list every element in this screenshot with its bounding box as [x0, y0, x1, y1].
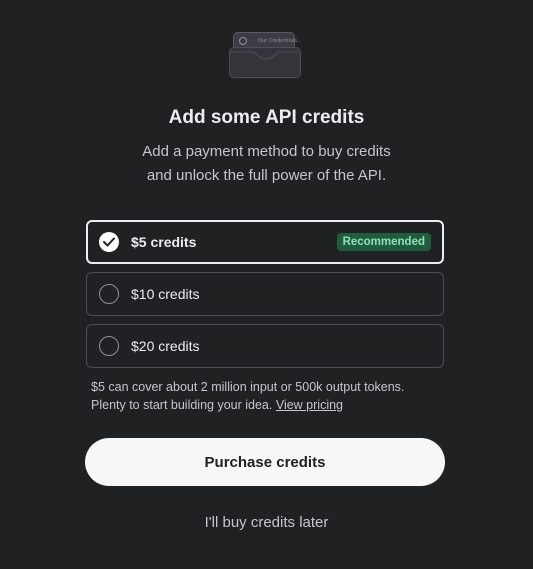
- credits-note: $5 can cover about 2 million input or 50…: [91, 378, 451, 414]
- option-label: $10 credits: [131, 286, 200, 302]
- note-line-2: Plenty to start building your idea. View…: [91, 396, 451, 414]
- recommended-badge: Recommended: [336, 233, 431, 251]
- option-20-credits[interactable]: $20 credits: [86, 324, 444, 368]
- check-icon: [103, 237, 115, 247]
- option-label: $20 credits: [131, 338, 200, 354]
- buy-later-link[interactable]: I'll buy credits later: [0, 512, 533, 534]
- purchase-credits-button[interactable]: Purchase credits: [85, 438, 445, 486]
- radio-unchecked[interactable]: [99, 284, 119, 304]
- add-credits-dialog: Our Credentials... Add some API credits …: [0, 0, 533, 569]
- option-10-credits[interactable]: $10 credits: [86, 272, 444, 316]
- card-logo-icon: [239, 37, 247, 45]
- option-label: $5 credits: [131, 234, 197, 250]
- wallet-body: [229, 47, 301, 78]
- card-text: Our Credentials...: [258, 38, 302, 44]
- radio-checked[interactable]: [99, 232, 119, 252]
- note-line-1: $5 can cover about 2 million input or 50…: [91, 380, 405, 394]
- view-pricing-link[interactable]: View pricing: [276, 398, 343, 412]
- subtitle-line-1: Add a payment method to buy credits: [142, 143, 391, 160]
- page-subtitle: Add a payment method to buy credits and …: [0, 140, 533, 188]
- subtitle-line-2: and unlock the full power of the API.: [146, 167, 387, 184]
- note-line-2-text: Plenty to start building your idea.: [91, 398, 273, 412]
- wallet-icon: Our Credentials...: [229, 30, 302, 78]
- option-5-credits[interactable]: $5 credits Recommended: [86, 220, 444, 264]
- radio-unchecked[interactable]: [99, 336, 119, 356]
- page-title: Add some API credits: [168, 107, 365, 128]
